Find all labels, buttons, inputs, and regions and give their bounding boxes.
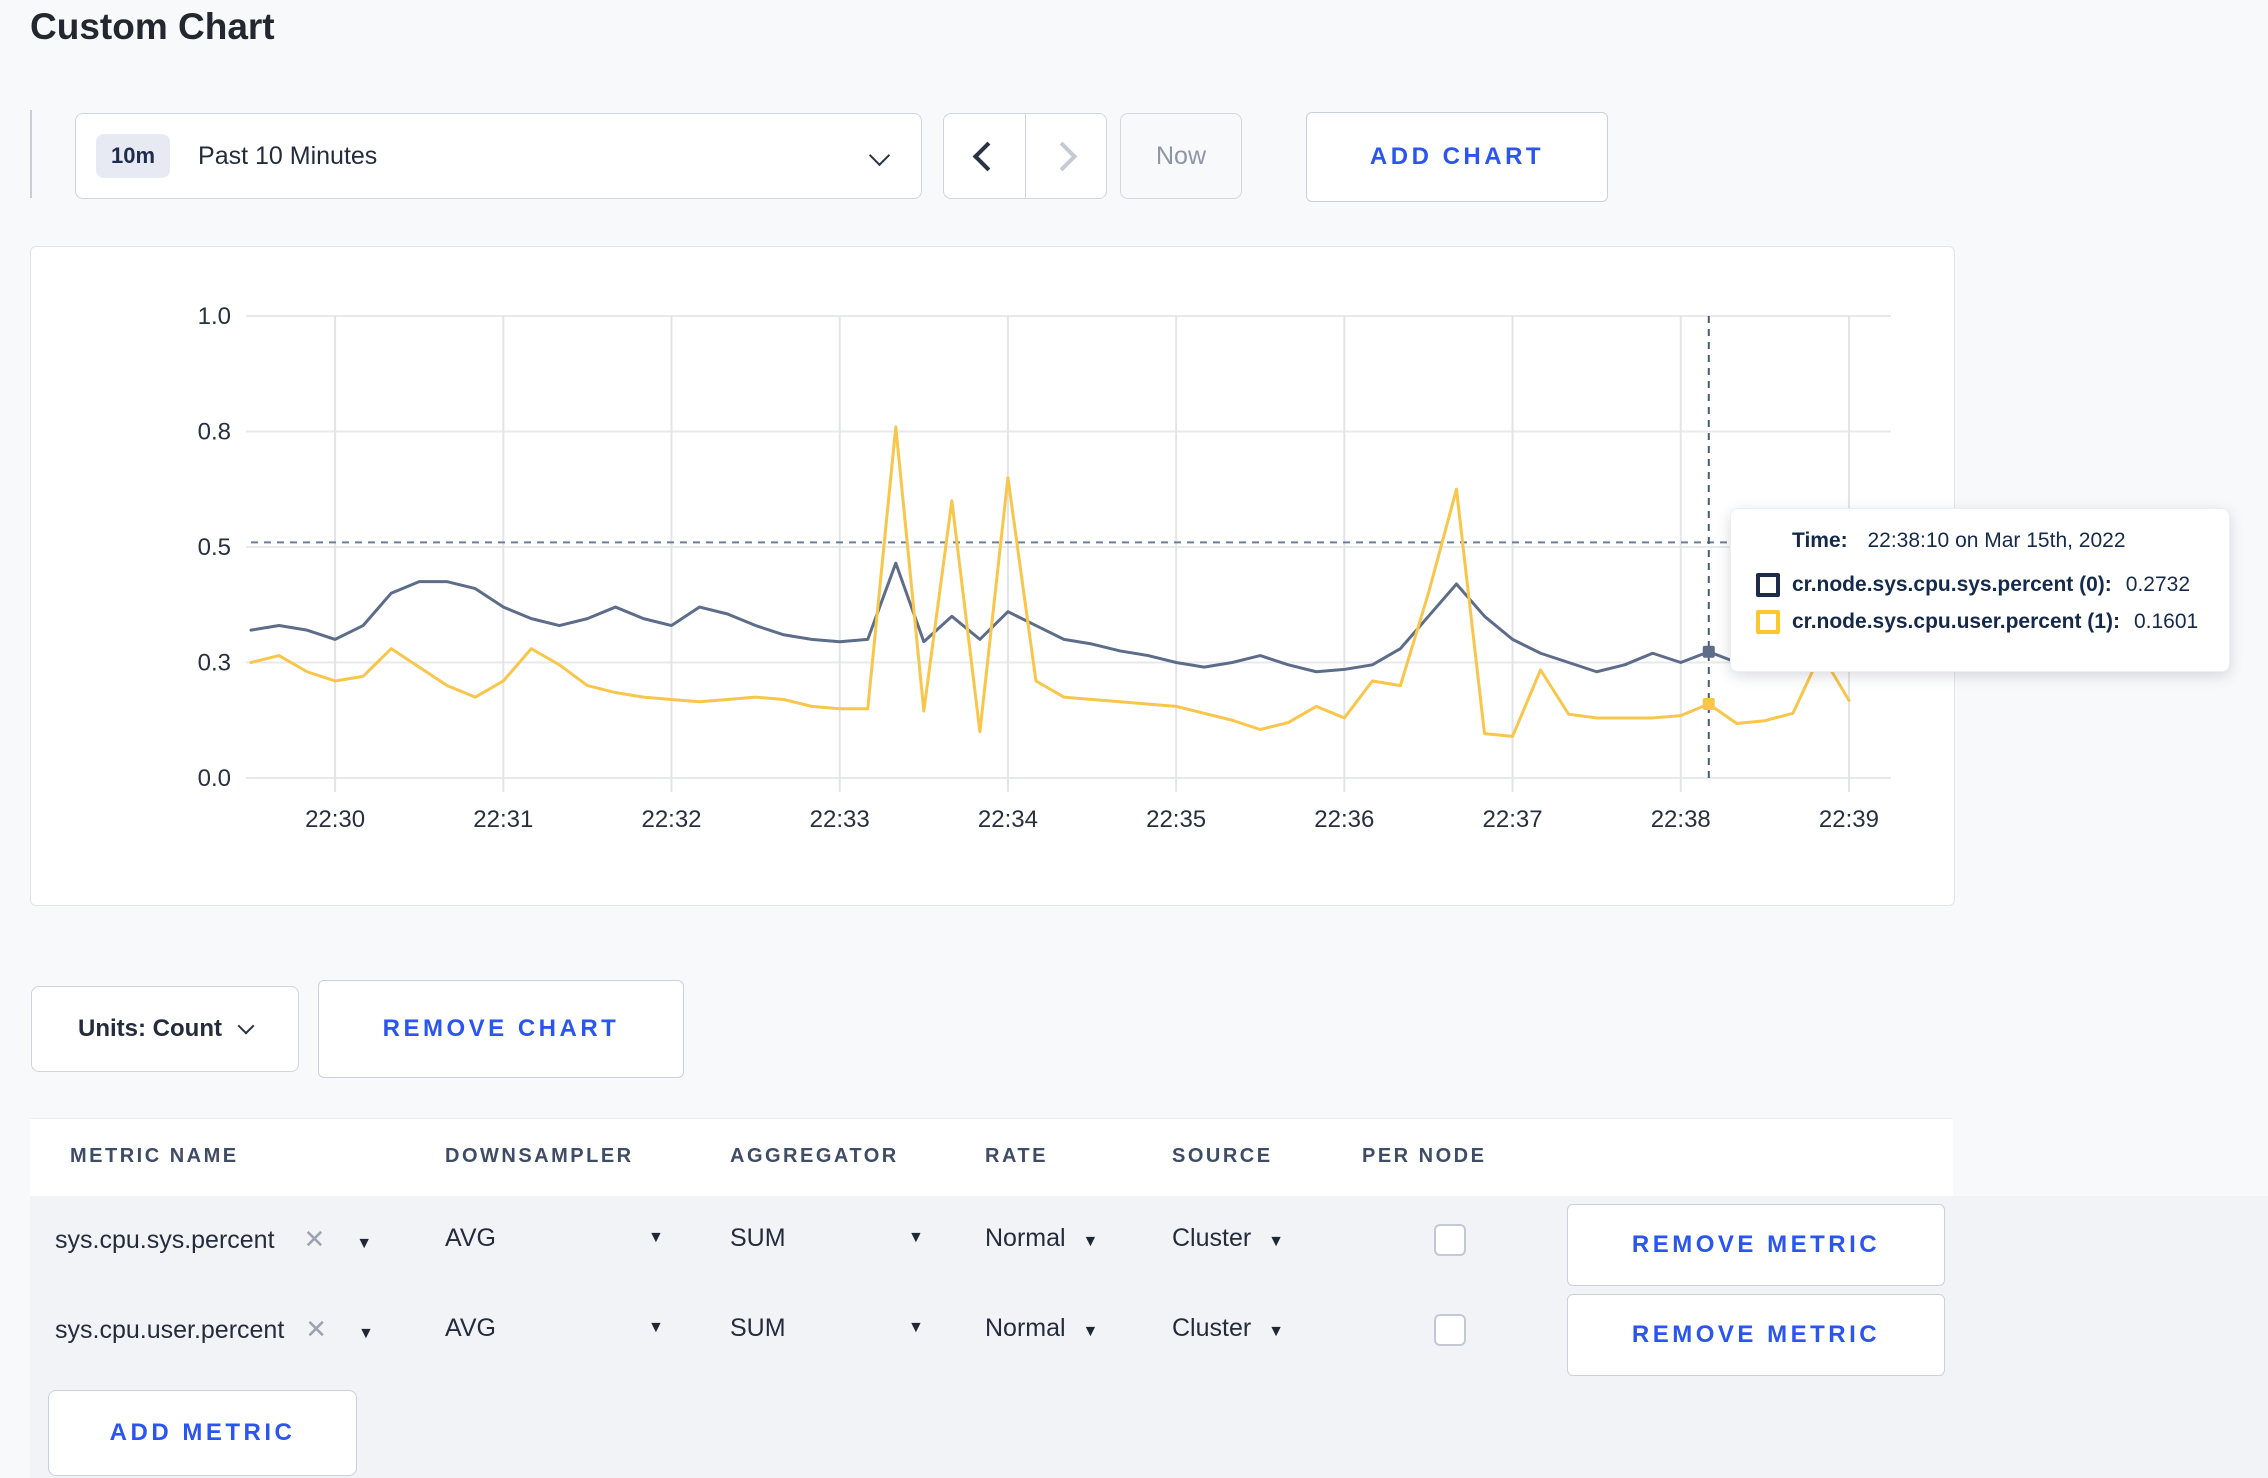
col-rate: RATE xyxy=(985,1145,1048,1167)
metric-name-select[interactable]: sys.cpu.user.percent ✕ ▼ xyxy=(55,1314,374,1345)
table-row: sys.cpu.sys.percent ✕ ▼ AVG ▼ SUM ▼ Norm… xyxy=(30,1196,1953,1286)
aggregator-select[interactable]: SUM xyxy=(730,1314,786,1343)
caret-down-icon: ▼ xyxy=(1082,1323,1099,1340)
chevron-down-icon xyxy=(868,144,891,167)
now-button[interactable]: Now xyxy=(1120,113,1242,199)
add-metric-button[interactable]: ADD METRIC xyxy=(48,1390,357,1476)
series-user-swatch-icon xyxy=(1756,610,1780,634)
source-select[interactable]: Cluster ▼ xyxy=(1172,1314,1284,1343)
source-select[interactable]: Cluster ▼ xyxy=(1172,1224,1284,1253)
tooltip-series-row: cr.node.sys.cpu.user.percent (1): 0.1601 xyxy=(1756,610,2229,634)
downsampler-select[interactable]: AVG xyxy=(445,1314,496,1343)
caret-down-icon[interactable]: ▼ xyxy=(908,1319,924,1337)
chart-card[interactable]: 0.0 0.3 0.5 0.8 1.0 22:30 22:31 22:32 22:33 22:34… xyxy=(30,246,1955,906)
y-tick-label: 0.3 xyxy=(198,650,231,677)
x-tick-label: 22:34 xyxy=(978,806,1038,833)
time-nav-group xyxy=(943,113,1107,199)
chevron-right-icon xyxy=(1047,141,1078,171)
x-tick-label: 22:32 xyxy=(641,806,701,833)
units-label: Units: Count xyxy=(78,1015,222,1042)
tooltip-series-row: cr.node.sys.cpu.sys.percent (0): 0.2732 xyxy=(1756,573,2229,597)
col-metric-name: METRIC NAME xyxy=(70,1145,239,1167)
caret-down-icon[interactable]: ▼ xyxy=(648,1319,664,1337)
metrics-table-body: sys.cpu.sys.percent ✕ ▼ AVG ▼ SUM ▼ Norm… xyxy=(30,1196,2268,1478)
tooltip-time-row: Time: 22:38:10 on Mar 15th, 2022 xyxy=(1792,529,2229,553)
x-tick-label: 22:30 xyxy=(305,806,365,833)
x-tick-label: 22:35 xyxy=(1146,806,1206,833)
col-per-node: PER NODE xyxy=(1362,1145,1487,1167)
col-aggregator: AGGREGATOR xyxy=(730,1145,899,1167)
x-tick-label: 22:38 xyxy=(1651,806,1711,833)
rate-select[interactable]: Normal ▼ xyxy=(985,1314,1098,1343)
units-select[interactable]: Units: Count xyxy=(31,986,299,1072)
downsampler-select[interactable]: AVG xyxy=(445,1224,496,1253)
table-row: sys.cpu.user.percent ✕ ▼ AVG ▼ SUM ▼ Nor… xyxy=(30,1286,1953,1376)
chart-hover-tooltip: Time: 22:38:10 on Mar 15th, 2022 cr.node… xyxy=(1730,508,2230,672)
x-tick-label: 22:37 xyxy=(1483,806,1543,833)
y-tick-label: 0.8 xyxy=(198,419,231,446)
rate-select[interactable]: Normal ▼ xyxy=(985,1224,1098,1253)
remove-metric-button[interactable]: REMOVE METRIC xyxy=(1567,1294,1945,1376)
caret-down-icon: ▼ xyxy=(1082,1233,1099,1250)
tooltip-series-value: 0.2732 xyxy=(2125,573,2191,596)
per-node-checkbox[interactable] xyxy=(1434,1314,1466,1346)
y-tick-label: 0.5 xyxy=(198,534,231,561)
caret-down-icon[interactable]: ▼ xyxy=(358,1325,374,1342)
timeseries-chart[interactable]: 0.0 0.3 0.5 0.8 1.0 22:30 22:31 22:32 22:33 22:34… xyxy=(31,247,1954,905)
y-tick-label: 0.0 xyxy=(198,765,231,792)
series-line-0 xyxy=(249,561,1851,674)
clear-metric-icon[interactable]: ✕ xyxy=(305,1314,327,1344)
page-title: Custom Chart xyxy=(30,6,275,47)
x-tick-label: 22:39 xyxy=(1819,806,1879,833)
per-node-checkbox[interactable] xyxy=(1434,1224,1466,1256)
hover-marker-1 xyxy=(1702,698,1715,711)
col-source: SOURCE xyxy=(1172,1145,1273,1167)
time-range-select[interactable]: 10m Past 10 Minutes xyxy=(75,113,922,199)
caret-down-icon: ▼ xyxy=(1268,1233,1284,1250)
caret-down-icon[interactable]: ▼ xyxy=(356,1235,372,1252)
hover-marker-0 xyxy=(1702,645,1715,658)
tooltip-series-label: cr.node.sys.cpu.user.percent (1): xyxy=(1792,610,2120,633)
series-sys-swatch-icon xyxy=(1756,573,1780,597)
tooltip-series-label: cr.node.sys.cpu.sys.percent (0): xyxy=(1792,573,2112,596)
prev-range-button[interactable] xyxy=(944,114,1025,198)
metric-name-select[interactable]: sys.cpu.sys.percent ✕ ▼ xyxy=(55,1224,372,1255)
chevron-left-icon xyxy=(972,141,1003,171)
add-chart-button[interactable]: ADD CHART xyxy=(1306,112,1608,202)
clear-metric-icon[interactable]: ✕ xyxy=(303,1224,325,1254)
custom-chart-page: Custom Chart 10m Past 10 Minutes Now ADD… xyxy=(0,0,2268,1478)
metrics-table-header: METRIC NAME DOWNSAMPLER AGGREGATOR RATE … xyxy=(30,1118,1953,1197)
aggregator-select[interactable]: SUM xyxy=(730,1224,786,1253)
y-tick-label: 1.0 xyxy=(198,303,231,330)
caret-down-icon[interactable]: ▼ xyxy=(648,1229,664,1247)
tooltip-series-value: 0.1601 xyxy=(2133,610,2199,633)
caret-down-icon: ▼ xyxy=(1268,1323,1284,1340)
section-divider xyxy=(30,110,32,198)
tooltip-time-value: 22:38:10 on Mar 15th, 2022 xyxy=(1867,529,2126,552)
x-tick-label: 22:33 xyxy=(810,806,870,833)
remove-metric-button[interactable]: REMOVE METRIC xyxy=(1567,1204,1945,1286)
time-range-badge: 10m xyxy=(96,134,171,178)
caret-down-icon[interactable]: ▼ xyxy=(908,1229,924,1247)
tooltip-time-label: Time: xyxy=(1792,529,1848,552)
x-tick-label: 22:36 xyxy=(1314,806,1374,833)
remove-chart-button[interactable]: REMOVE CHART xyxy=(318,980,684,1078)
time-range-label: Past 10 Minutes xyxy=(198,141,378,170)
series-line-1 xyxy=(249,425,1851,738)
col-downsampler: DOWNSAMPLER xyxy=(445,1145,634,1167)
next-range-button[interactable] xyxy=(1024,114,1107,198)
x-tick-label: 22:31 xyxy=(473,806,533,833)
chevron-down-icon xyxy=(237,1017,255,1035)
